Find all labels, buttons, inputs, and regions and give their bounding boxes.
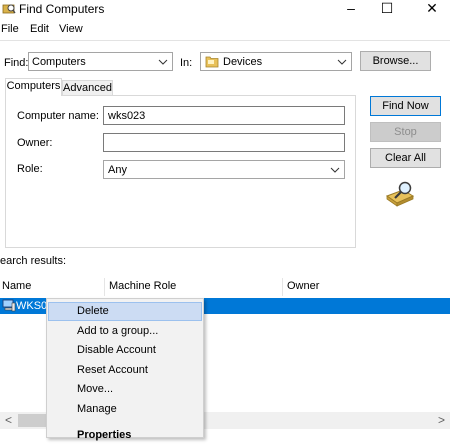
column-header-name[interactable]: Name <box>0 278 105 296</box>
clear-all-button[interactable]: Clear All <box>370 148 441 168</box>
column-header-machine-role[interactable]: Machine Role <box>105 278 283 296</box>
menu-separator <box>0 40 450 41</box>
location-value: Devices <box>223 56 263 68</box>
folder-icon <box>205 56 219 68</box>
ctx-item-delete[interactable]: Delete <box>48 302 202 321</box>
column-header-owner[interactable]: Owner <box>283 278 450 296</box>
results-list-header: Name Machine Role Owner <box>0 278 450 296</box>
owner-field[interactable] <box>103 133 345 152</box>
context-menu: Delete Add to a group... Disable Account… <box>46 298 204 441</box>
menu-file[interactable]: File <box>1 20 19 38</box>
menu-edit[interactable]: Edit <box>30 20 49 38</box>
search-results-label: earch results: <box>0 255 67 267</box>
find-type-dropdown[interactable]: Computers <box>28 52 173 71</box>
window-title: Find Computers <box>19 2 105 16</box>
find-computers-icon <box>2 4 16 14</box>
location-dropdown[interactable]: Devices <box>200 52 352 71</box>
find-type-value: Computers <box>32 56 86 68</box>
ctx-item-move[interactable]: Move... <box>48 380 202 399</box>
scroll-right-arrow-icon[interactable]: > <box>433 412 450 429</box>
menu-view[interactable]: View <box>59 20 83 38</box>
find-now-button[interactable]: Find Now <box>370 96 441 116</box>
role-label: Role: <box>17 163 43 175</box>
chevron-down-icon <box>158 59 168 65</box>
title-bar[interactable]: Find Computers – ☐ ✕ <box>0 0 450 18</box>
computer-name-field[interactable]: wks023 <box>103 106 345 125</box>
tab-advanced[interactable]: Advanced <box>62 80 113 95</box>
maximize-button[interactable]: ☐ <box>369 0 405 18</box>
ctx-item-add-to-group[interactable]: Add to a group... <box>48 322 202 341</box>
computer-icon <box>2 299 16 312</box>
browse-button[interactable]: Browse... <box>360 51 431 71</box>
minimize-button[interactable]: – <box>333 0 369 18</box>
ctx-item-disable-account[interactable]: Disable Account <box>48 341 202 360</box>
ctx-item-reset-account[interactable]: Reset Account <box>48 361 202 380</box>
role-dropdown[interactable]: Any <box>103 160 345 179</box>
tab-computers[interactable]: Computers <box>5 78 62 96</box>
scroll-left-arrow-icon[interactable]: < <box>0 412 17 429</box>
role-value: Any <box>108 164 127 176</box>
stop-button[interactable]: Stop <box>370 122 441 142</box>
chevron-down-icon <box>330 167 340 173</box>
computer-name-value: wks023 <box>108 110 146 122</box>
ctx-item-manage[interactable]: Manage <box>48 400 202 419</box>
chevron-down-icon <box>337 59 347 65</box>
computer-name-label: Computer name: <box>17 110 99 122</box>
row-computer-name: WKS0 <box>16 300 48 312</box>
magnifier-search-icon <box>385 181 415 207</box>
in-label: In: <box>180 57 193 69</box>
owner-label: Owner: <box>17 137 53 149</box>
close-button[interactable]: ✕ <box>414 0 450 18</box>
find-label: Find: <box>4 57 29 69</box>
